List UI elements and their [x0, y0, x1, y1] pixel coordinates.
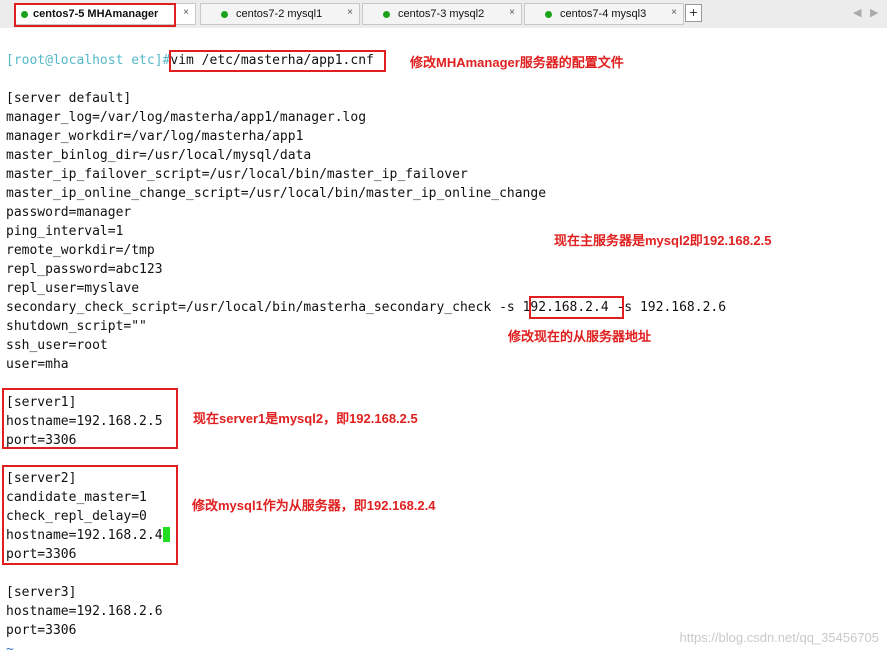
annotation-server1: 现在server1是mysql2，即192.168.2.5 [193, 411, 418, 426]
connected-status-icon [545, 11, 552, 18]
config-line: shutdown_script="" [6, 319, 147, 334]
config-line: check_repl_delay=0 [6, 509, 147, 524]
close-icon[interactable]: × [347, 7, 353, 18]
config-line: hostname=192.168.2.4 [6, 527, 170, 544]
close-icon[interactable]: × [509, 7, 515, 18]
config-line: user=mha [6, 357, 69, 372]
config-line: manager_log=/var/log/masterha/app1/manag… [6, 110, 367, 125]
terminal-window[interactable]: [root@localhost etc]#vim /etc/masterha/a… [0, 28, 887, 658]
annotation-current-master: 现在主服务器是mysql2即192.168.2.5 [554, 233, 772, 248]
config-line: [server2] [6, 471, 77, 486]
tab-bar: centos7-5 MHAmanager × centos7-2 mysql1 … [0, 0, 887, 29]
config-line: remote_workdir=/tmp [6, 243, 155, 258]
tab-label: centos7-4 mysql3 [560, 8, 647, 20]
config-line: [server default] [6, 91, 132, 106]
tab-centos7-4-mysql3[interactable]: centos7-4 mysql3 × [524, 3, 684, 25]
config-line: hostname=192.168.2.6 [6, 604, 163, 619]
config-line: port=3306 [6, 623, 77, 638]
config-line: master_ip_failover_script=/usr/local/bin… [6, 167, 468, 182]
command-highlight-box [169, 50, 386, 72]
config-line: port=3306 [6, 433, 77, 448]
config-line: password=manager [6, 205, 132, 220]
close-icon[interactable]: × [183, 7, 189, 18]
annotation-edit-slave: 修改现在的从服务器地址 [508, 329, 652, 344]
config-line: master_ip_online_change_script=/usr/loca… [6, 186, 547, 201]
connected-status-icon [221, 11, 228, 18]
vim-empty-line-marker: ~ [6, 642, 14, 657]
annotation-edit-config: 修改MHAmanager服务器的配置文件 [410, 55, 624, 70]
tab-label: centos7-3 mysql2 [398, 8, 485, 20]
config-line: manager_workdir=/var/log/masterha/app1 [6, 129, 304, 144]
watermark: https://blog.csdn.net/qq_35456705 [679, 630, 880, 645]
tab-centos7-2-mysql1[interactable]: centos7-2 mysql1 × [200, 3, 360, 25]
text-cursor [162, 527, 170, 542]
config-line: [server3] [6, 585, 77, 600]
close-icon[interactable]: × [671, 7, 677, 18]
config-line: hostname=192.168.2.5 [6, 414, 163, 429]
tab-centos7-3-mysql2[interactable]: centos7-3 mysql2 × [362, 3, 522, 25]
add-tab-button[interactable]: + [685, 4, 702, 22]
config-line: candidate_master=1 [6, 490, 147, 505]
tab-highlight-box [14, 3, 176, 27]
connected-status-icon [383, 11, 390, 18]
annotation-server2: 修改mysql1作为从服务器，即192.168.2.4 [192, 498, 436, 513]
slave-ip-highlight-box [529, 296, 624, 319]
config-line: repl_password=abc123 [6, 262, 163, 277]
tab-label: centos7-2 mysql1 [236, 8, 323, 20]
tab-scroll-right-icon[interactable]: ▶ [870, 6, 878, 19]
config-line: repl_user=myslave [6, 281, 140, 296]
config-line: [server1] [6, 395, 77, 410]
config-line: ping_interval=1 [6, 224, 124, 239]
config-line: ssh_user=root [6, 338, 108, 353]
config-line: port=3306 [6, 547, 77, 562]
tab-scroll-left-icon[interactable]: ◀ [853, 6, 861, 19]
config-line: master_binlog_dir=/usr/local/mysql/data [6, 148, 312, 163]
shell-prompt: [root@localhost etc]# [6, 53, 171, 68]
